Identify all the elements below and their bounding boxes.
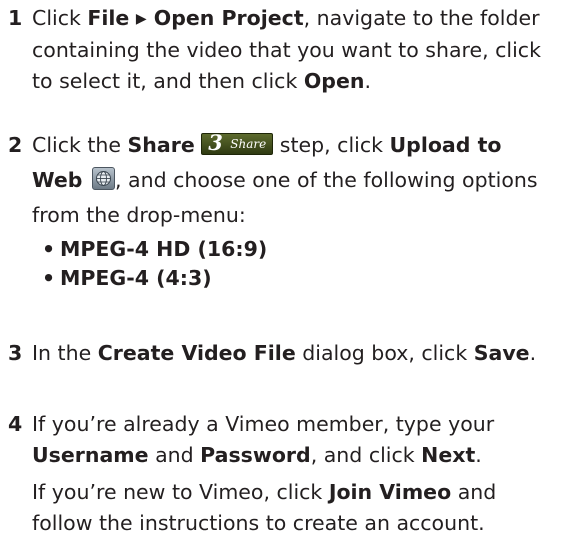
menu-arrow-icon: ▶	[135, 11, 147, 27]
share-step-icon: 3 Share	[201, 130, 274, 155]
next-command: Next	[421, 443, 476, 467]
text: If you’re already a Vimeo member, type y…	[32, 412, 495, 436]
instructions-document: 1 Click File ▶ Open Project, navigate to…	[0, 0, 565, 535]
text: .	[529, 341, 537, 365]
text: and	[148, 443, 201, 467]
text: step, click	[273, 133, 390, 157]
list-item: MPEG-4 (4:3)	[32, 264, 558, 293]
step-text: Click the Share 3 Share step, click Uploa…	[32, 128, 558, 294]
step-3: 3 In the Create Video File dialog box, c…	[8, 338, 558, 369]
step-text: In the Create Video File dialog box, cli…	[32, 338, 558, 369]
step-2: 2 Click the Share 3 Share step, click Upl…	[8, 128, 558, 294]
create-video-file-label: Create Video File	[97, 341, 296, 365]
share-step-text: Share	[230, 137, 267, 151]
options-list: MPEG-4 HD (16:9) MPEG-4 (4:3)	[32, 235, 558, 293]
step-number: 1	[8, 6, 23, 30]
text: Click the	[32, 133, 128, 157]
open-command: Open	[303, 69, 365, 93]
step-4: 4 If you’re already a Vimeo member, type…	[8, 409, 558, 539]
share-step-label: Share	[127, 133, 195, 157]
step-text: Click File ▶ Open Project, navigate to t…	[32, 3, 558, 97]
text: dialog box, click	[295, 341, 474, 365]
step-number: 2	[8, 133, 23, 157]
text: .	[475, 443, 482, 467]
text: If you’re new to Vimeo, click	[32, 480, 329, 504]
text: , and click	[310, 443, 422, 467]
menu-file: File	[87, 6, 130, 30]
step-1: 1 Click File ▶ Open Project, navigate to…	[8, 3, 558, 97]
step-number: 4	[8, 412, 23, 436]
password-label: Password	[200, 443, 311, 467]
step-text: If you’re already a Vimeo member, type y…	[32, 409, 558, 539]
text: .	[364, 69, 371, 93]
share-step-digit: 3	[208, 130, 223, 155]
globe-icon	[92, 167, 115, 190]
menu-open-project: Open Project	[146, 6, 304, 30]
list-item: MPEG-4 HD (16:9)	[32, 235, 558, 264]
username-label: Username	[32, 443, 149, 467]
step-number: 3	[8, 341, 23, 365]
save-command: Save	[473, 341, 530, 365]
join-vimeo-label: Join Vimeo	[328, 480, 452, 504]
text: In the	[32, 341, 98, 365]
text: Click	[32, 6, 88, 30]
